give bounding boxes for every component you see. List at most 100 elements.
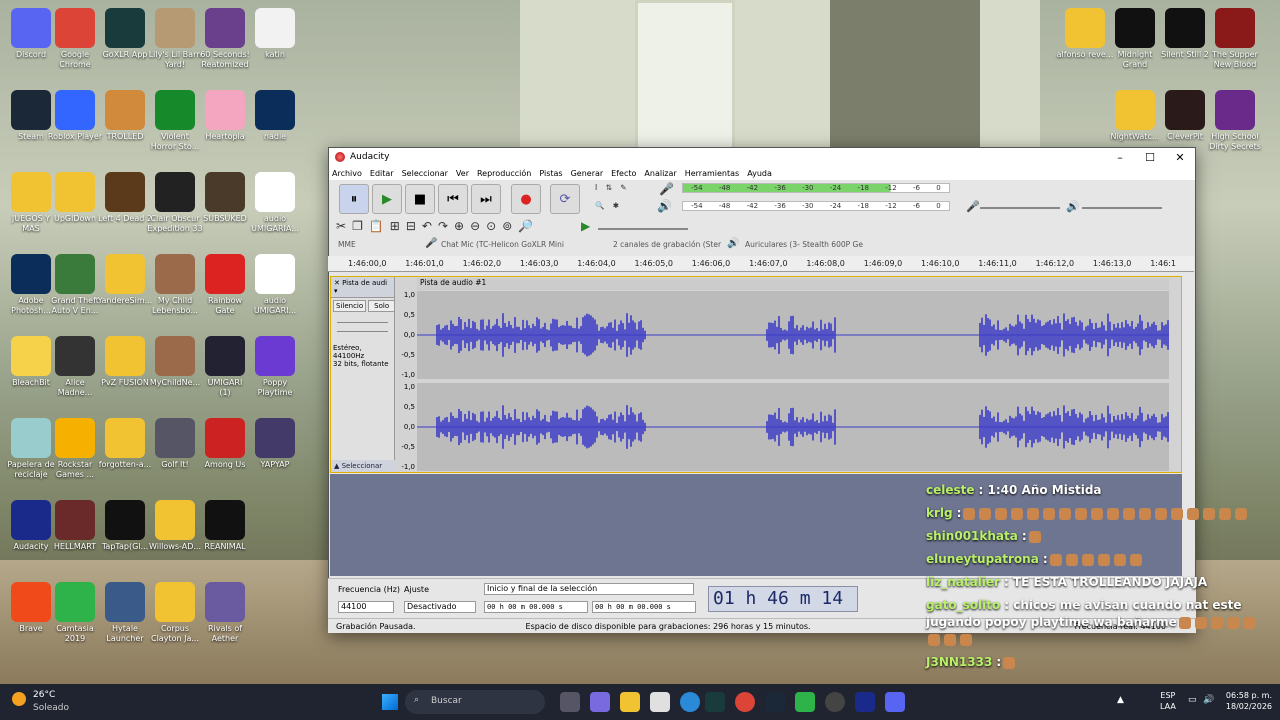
camtasia-task-icon[interactable] [795,692,815,712]
network-icon[interactable]: ▭ [1188,695,1197,705]
menu-item[interactable]: Herramientas [685,169,740,178]
obs-task-icon[interactable] [825,692,845,712]
menu-item[interactable]: Ver [456,169,469,178]
desktop-icon[interactable]: audio UMIGARI... [244,254,306,318]
close-icon[interactable]: ✕ [1165,151,1195,164]
menu-item[interactable]: Analizar [644,169,676,178]
redo-icon[interactable]: ↷ [438,219,454,233]
pause-button[interactable]: ⏸ [339,184,369,214]
draw-tool-icon[interactable]: ✎ [620,183,626,192]
silence-icon[interactable]: ⊟ [406,219,422,233]
zoom-tool-icon[interactable]: 🔍 [595,201,604,210]
menu-item[interactable]: Editar [370,169,394,178]
menu-item[interactable]: Reproducción [477,169,531,178]
taskbar-search[interactable]: ⌕ Buscar [405,690,545,714]
windows-start-icon[interactable] [382,694,398,710]
goxlr-task-icon[interactable] [705,692,725,712]
desktop-icon[interactable]: Poppy Playtime [244,336,306,400]
track-panel[interactable]: ✕ Pista de audi ▾ Silencio Solo Estéreo,… [330,276,1182,473]
play-at-speed-icon[interactable]: ▶ [581,219,590,233]
minimize-icon[interactable]: – [1105,151,1135,164]
track-close-icon[interactable]: ✕ [334,279,342,287]
file-explorer-icon[interactable] [620,692,640,712]
title-bar[interactable]: Audacity – ☐ ✕ [329,148,1195,166]
steam-task-icon[interactable] [765,692,785,712]
waveform-right-channel[interactable] [417,383,1169,471]
zoom-out-icon[interactable]: ⊖ [470,219,486,233]
record-meter[interactable]: -54 -48 -42 -36 -30 -24 -18 -12 -6 0 [682,183,950,193]
desktop-icon[interactable]: The Supper New Blood [1204,8,1266,72]
stop-button[interactable]: ■ [405,184,435,214]
chrome-task-icon[interactable] [735,692,755,712]
desktop-icon[interactable]: YAPYAP [244,418,306,482]
weather-text[interactable]: Soleado [33,703,69,713]
zoom-in-icon[interactable]: ⊕ [454,219,470,233]
fit-project-icon[interactable]: ⊚ [502,219,518,233]
track-name-menu[interactable]: ✕ Pista de audi ▾ [331,277,394,298]
copy-icon[interactable]: ❐ [352,219,369,233]
clip-title[interactable]: Pista de audio #1 [417,278,1169,290]
menu-item[interactable]: Seleccionar [402,169,448,178]
cut-icon[interactable]: ✂ [336,219,352,233]
play-button[interactable]: ▶ [372,184,402,214]
play-speed-slider[interactable] [598,228,688,230]
record-button[interactable]: ● [511,184,541,214]
audio-host-select[interactable]: MME [338,240,356,249]
menu-item[interactable]: Archivo [332,169,362,178]
playback-meter[interactable]: -54 -48 -42 -36 -30 -24 -18 -12 -6 0 [682,201,950,211]
menu-item[interactable]: Generar [571,169,604,178]
loop-button[interactable]: ⟳ [550,184,580,214]
select-track-button[interactable]: ▲ Seleccionar [331,460,395,472]
weather-icon[interactable] [12,692,26,706]
undo-icon[interactable]: ↶ [422,219,438,233]
recording-device-select[interactable]: Chat Mic (TC-Helicon GoXLR Mini [441,240,564,249]
tray-chevron-icon[interactable]: ▲ [1117,695,1124,705]
menu-item[interactable]: Pistas [539,169,562,178]
clock[interactable]: 06:58 p. m. 18/02/2026 [1224,690,1272,712]
desktop-icon[interactable]: nadie [244,90,306,154]
mute-button[interactable]: Silencio [333,300,367,312]
desktop-icon[interactable]: Rivals of Aether [194,582,256,646]
envelope-tool-icon[interactable]: ⇅ [606,183,612,192]
language-indicator[interactable]: ESP LAA [1160,690,1176,712]
timeline-ruler[interactable]: 1:46:00,0 1:46:01,0 1:46:02,0 1:46:03,0 1:46… [328,256,1194,272]
selection-start-field[interactable]: 00 h 00 m 00.000 s [484,601,588,613]
desktop-icon[interactable]: High School Dirty Secrets [1204,90,1266,154]
paste-icon[interactable]: 📋 [369,219,390,233]
gain-slider[interactable] [337,322,388,323]
skip-start-button[interactable]: ⏮ [438,184,468,214]
menu-item[interactable]: Ayuda [747,169,772,178]
time-display[interactable]: 01 h 46 m 14 s [708,586,858,633]
discord-task-icon[interactable] [885,692,905,712]
skip-end-button[interactable]: ⏭ [471,184,501,214]
project-rate-select[interactable]: 44100 [338,601,394,613]
edge-icon[interactable] [680,692,700,712]
desktop-icon[interactable]: REANIMAL [194,500,256,564]
weather-temp[interactable]: 26°C [33,690,55,700]
zoom-toggle-icon[interactable]: 🔎 [518,219,539,233]
audacity-task-icon[interactable] [855,692,875,712]
pan-slider[interactable] [337,331,388,332]
multi-tool-icon[interactable]: ✱ [613,201,619,210]
chat-message: gato_solito: chicos me avisan cuando nat… [926,597,1272,648]
selection-mode-select[interactable]: Inicio y final de la selección [484,583,694,595]
notepad-icon[interactable] [650,692,670,712]
selection-end-field[interactable]: 00 h 00 m 00.000 s [592,601,696,613]
waveform-left-channel[interactable] [417,291,1169,379]
menu-item[interactable]: Efecto [611,169,636,178]
playback-volume-slider[interactable] [1082,207,1162,209]
desktop-icon[interactable]: audio UMIGARIA... [244,172,306,236]
playback-device-select[interactable]: Auriculares (3- Stealth 600P Ge [745,240,863,249]
fit-selection-icon[interactable]: ⊙ [486,219,502,233]
desktop-icon[interactable]: katin [244,8,306,72]
task-view-icon[interactable] [560,692,580,712]
solo-button[interactable]: Solo [368,300,396,312]
selection-tool-icon[interactable]: Ⅰ [595,183,597,192]
channels-select[interactable]: 2 canales de grabación (Ster [613,240,721,249]
record-volume-slider[interactable] [980,207,1060,209]
maximize-icon[interactable]: ☐ [1135,151,1165,164]
snap-select[interactable]: Desactivado [404,601,476,613]
volume-icon[interactable]: 🔊 [1203,695,1214,705]
trim-icon[interactable]: ⊞ [390,219,406,233]
copilot-icon[interactable] [590,692,610,712]
